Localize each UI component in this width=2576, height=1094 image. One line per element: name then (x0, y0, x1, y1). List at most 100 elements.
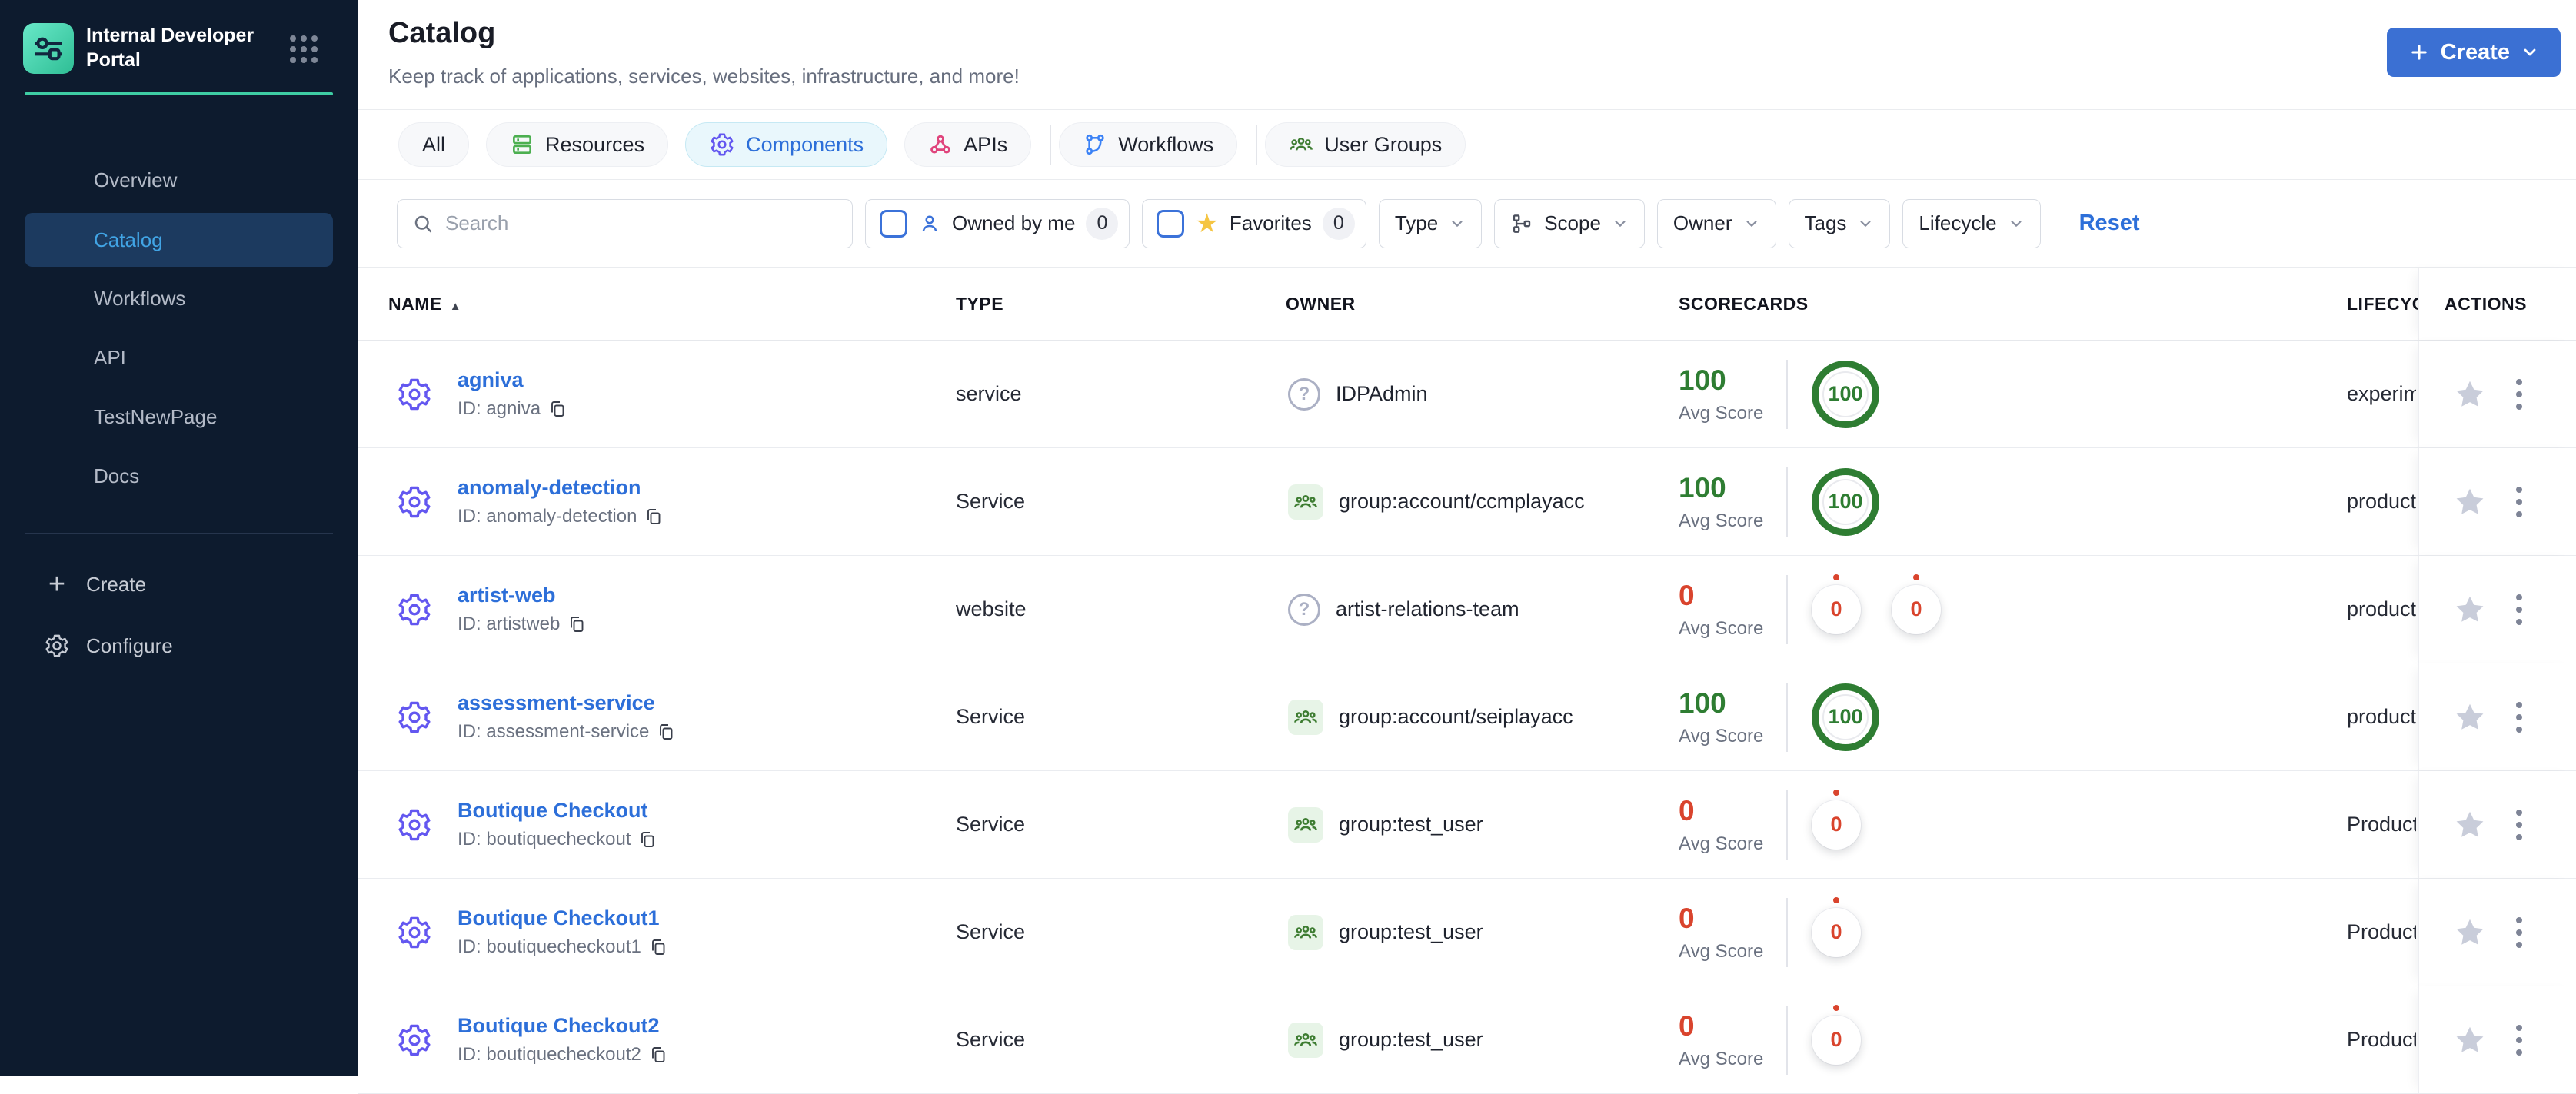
copy-icon[interactable] (567, 615, 586, 633)
entity-name-link[interactable]: anomaly-detection (458, 476, 641, 499)
dropdown-scope[interactable]: Scope (1494, 198, 1645, 248)
column-header-scorecards[interactable]: SCORECARDS (1679, 268, 1809, 341)
scorecard-divider (1786, 790, 1788, 860)
actions-sticky-header: ACTIONS (2418, 268, 2576, 340)
sidebar-item-api[interactable]: API (0, 328, 358, 387)
name-cell: agniva ID: agniva (396, 341, 567, 447)
favorite-star-icon[interactable] (2453, 1023, 2487, 1057)
dropdown-lifecycle[interactable]: Lifecycle (1902, 198, 2041, 248)
workflows-icon (1083, 132, 1107, 157)
tab-apis[interactable]: APIs (904, 122, 1032, 167)
dropdown-tags[interactable]: Tags (1788, 198, 1891, 248)
owned-by-me-checkbox[interactable] (880, 209, 907, 238)
sidebar-item-create[interactable]: + Create (0, 554, 358, 615)
kebab-menu-icon[interactable] (2513, 1022, 2525, 1059)
favorites-label: Favorites (1229, 211, 1312, 234)
entity-name-link[interactable]: artist-web (458, 584, 556, 607)
entity-name-link[interactable]: Boutique Checkout (458, 799, 648, 822)
column-header-owner[interactable]: OWNER (1286, 268, 1356, 341)
favorite-star-icon[interactable] (2453, 808, 2487, 842)
sidebar-item-configure[interactable]: Configure (0, 615, 358, 677)
tab-user-groups[interactable]: User Groups (1265, 122, 1466, 167)
entity-id: ID: boutiquecheckout2 (458, 1044, 667, 1066)
owned-by-me-label: Owned by me (952, 211, 1076, 234)
favorite-star-icon[interactable] (2453, 593, 2487, 627)
dropdown-label: Tags (1804, 211, 1847, 234)
tab-all[interactable]: All (398, 122, 470, 167)
sidebar-item-workflows[interactable]: Workflows (0, 269, 358, 328)
copy-icon[interactable] (644, 507, 663, 526)
favorites-filter[interactable]: ★ Favorites 0 (1142, 198, 1366, 248)
entity-name-link[interactable]: agniva (458, 368, 524, 391)
favorite-star-icon[interactable] (2453, 377, 2487, 411)
avg-score-label: Avg Score (1679, 1048, 1764, 1069)
chevron-down-icon (2521, 43, 2539, 62)
avg-score-value: 0 (1679, 902, 1695, 934)
scorecard-divider (1786, 467, 1788, 537)
scorecard-rings: 100 (1812, 448, 1879, 555)
kebab-menu-icon[interactable] (2513, 591, 2525, 628)
kebab-menu-icon[interactable] (2513, 699, 2525, 736)
brand-accent-line (25, 92, 333, 95)
sidebar-item-catalog[interactable]: Catalog (25, 213, 333, 267)
person-icon (918, 212, 941, 235)
owner-cell: group:test_user (1288, 771, 1483, 878)
owner-label: group:account/ccmplayacc (1339, 490, 1585, 513)
entity-id: ID: boutiquecheckout1 (458, 936, 667, 958)
table-row: assessment-service ID: assessment-service… (358, 663, 2576, 771)
chevron-down-icon (1449, 215, 1466, 232)
copy-icon[interactable] (649, 1046, 667, 1064)
apps-grid-icon[interactable] (290, 35, 318, 63)
avg-score-label: Avg Score (1679, 402, 1764, 424)
dropdown-type[interactable]: Type (1378, 198, 1483, 248)
search-input[interactable] (445, 211, 838, 235)
entity-id: ID: assessment-service (458, 721, 675, 743)
owner-cell: ? artist-relations-team (1288, 556, 1519, 663)
kebab-menu-icon[interactable] (2513, 806, 2525, 843)
dropdown-label: Type (1394, 211, 1439, 234)
component-gear-icon (396, 484, 433, 520)
lifecycle-cell: Production (2347, 813, 2416, 836)
entity-name-link[interactable]: Boutique Checkout1 (458, 906, 660, 929)
column-header-lifecycle[interactable]: LIFECYCLE (2347, 268, 2418, 341)
owned-by-me-count: 0 (1086, 207, 1119, 240)
avg-score-value: 100 (1679, 687, 1726, 719)
column-header-type[interactable]: TYPE (956, 268, 1003, 341)
avg-score-value: 100 (1679, 471, 1726, 504)
dropdown-owner[interactable]: Owner (1656, 198, 1776, 248)
component-gear-icon (396, 376, 433, 413)
favorite-star-icon[interactable] (2453, 700, 2487, 734)
kebab-menu-icon[interactable] (2513, 484, 2525, 520)
owner-label: group:account/seiplayacc (1339, 705, 1573, 728)
copy-icon[interactable] (638, 830, 657, 849)
copy-icon[interactable] (657, 723, 675, 741)
entity-name-link[interactable]: Boutique Checkout2 (458, 1014, 660, 1037)
copy-icon[interactable] (548, 400, 567, 418)
sidebar-footer: + Create Configure (0, 554, 358, 677)
owned-by-me-filter[interactable]: Owned by me 0 (865, 198, 1130, 248)
kebab-menu-icon[interactable] (2513, 376, 2525, 413)
scorecard-rings: 0 (1812, 879, 1861, 986)
tab-label: Resources (545, 132, 645, 156)
favorites-count: 0 (1322, 207, 1355, 240)
column-header-name[interactable]: NAME ▲ (388, 268, 461, 341)
entity-name-link[interactable]: assessment-service (458, 691, 655, 714)
tab-resources[interactable]: Resources (486, 122, 669, 167)
kebab-menu-icon[interactable] (2513, 914, 2525, 951)
component-gear-icon (396, 1022, 433, 1059)
favorite-star-icon[interactable] (2453, 485, 2487, 519)
owner-label: group:test_user (1339, 920, 1483, 943)
dropdown-label: Lifecycle (1919, 211, 1997, 234)
favorite-star-icon[interactable] (2453, 916, 2487, 949)
sidebar-item-testnewpage[interactable]: TestNewPage (0, 387, 358, 447)
owner-cell: group:test_user (1288, 986, 1483, 1093)
owner-label: artist-relations-team (1336, 597, 1519, 620)
tab-components[interactable]: Components (685, 122, 888, 167)
create-button[interactable]: Create (2386, 28, 2561, 77)
copy-icon[interactable] (649, 938, 667, 956)
tab-workflows[interactable]: Workflows (1059, 122, 1238, 167)
sidebar-item-overview[interactable]: Overview (0, 151, 358, 210)
sidebar-item-docs[interactable]: Docs (0, 447, 358, 506)
reset-filters-link[interactable]: Reset (2079, 211, 2140, 236)
favorites-checkbox[interactable] (1157, 209, 1185, 238)
